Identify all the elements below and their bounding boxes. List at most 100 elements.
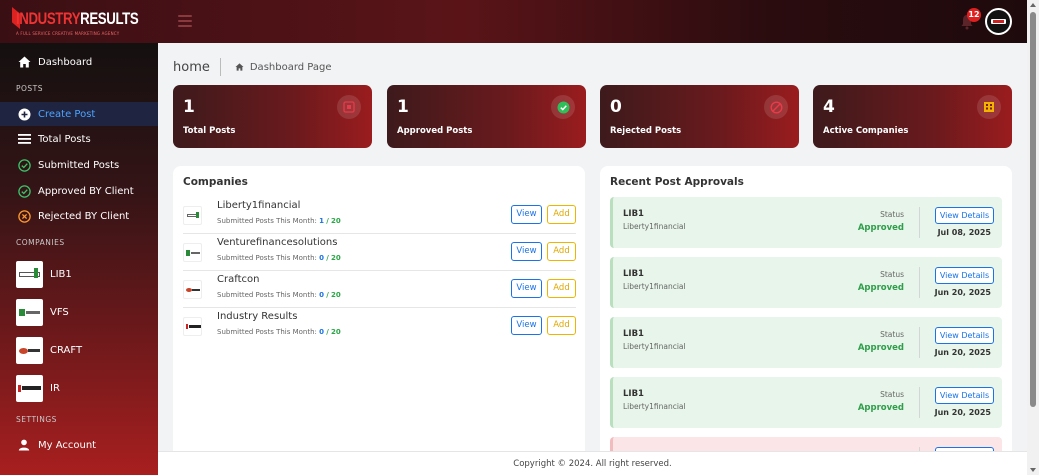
sidebar-item-my-account[interactable]: My Account [0, 433, 158, 457]
view-button[interactable]: View [511, 205, 542, 224]
stat-value: 4 [823, 97, 835, 117]
approval-status-label: Status [880, 270, 904, 279]
add-button[interactable]: Add [547, 316, 576, 335]
ban-icon [764, 95, 788, 119]
company-name: Venturefinancesolutions [217, 237, 338, 248]
craftcon-logo-icon [183, 280, 202, 299]
sidebar-item-label: My Account [38, 439, 97, 451]
sidebar-company-ir[interactable]: IR [16, 374, 60, 402]
approval-divider [919, 387, 920, 418]
liberty-logo-icon [16, 260, 43, 288]
recent-approvals-panel: Recent Post Approvals LIB1 Liberty1finan… [600, 166, 1012, 466]
company-name: Liberty1financial [217, 200, 301, 211]
industry-results-logo-icon [183, 317, 202, 336]
company-post-count: Submitted Posts This Month: 0 / 20 [217, 328, 341, 336]
company-post-count: Submitted Posts This Month: 0 / 20 [217, 291, 341, 299]
stat-label: Rejected Posts [610, 126, 682, 136]
page-scrollbar[interactable] [1027, 0, 1039, 475]
approval-date: Jun 20, 2025 [934, 408, 991, 417]
view-details-button[interactable]: View Details [935, 267, 994, 284]
brand-logo[interactable]: INDUSTRYRESULTS A FULL SERVICE CREATIVE … [12, 7, 152, 37]
approval-item: LIB1 Liberty1financial Status Approved V… [610, 317, 1002, 368]
approval-company-code: LIB1 [623, 209, 644, 219]
stat-card-active-companies: 4 Active Companies [813, 85, 1012, 148]
sidebar-item-rejected-by-client[interactable]: Rejected BY Client [0, 204, 158, 228]
sidebar-item-label: Create Post [38, 108, 96, 120]
sidebar-item-submitted-posts[interactable]: Submitted Posts [0, 153, 158, 177]
approval-company-name: Liberty1financial [623, 402, 686, 411]
sidebar-company-vfs[interactable]: VFS [16, 298, 69, 326]
home-icon [17, 55, 31, 69]
sidebar-company-lib1[interactable]: LIB1 [16, 260, 72, 288]
breadcrumb: home Dashboard Page [173, 57, 332, 77]
scroll-down-arrow-icon[interactable] [1030, 468, 1036, 472]
sidebar-item-approved-by-client[interactable]: Approved BY Client [0, 179, 158, 203]
view-button[interactable]: View [511, 316, 542, 335]
view-button[interactable]: View [511, 242, 542, 261]
approval-status-value: Approved [857, 283, 904, 293]
approval-status-label: Status [880, 330, 904, 339]
view-details-button[interactable]: View Details [935, 387, 994, 404]
scroll-up-arrow-icon[interactable] [1030, 3, 1036, 7]
view-details-button[interactable]: View Details [935, 207, 994, 224]
company-post-count: Submitted Posts This Month: 0 / 20 [217, 254, 341, 262]
stat-label: Total Posts [183, 126, 236, 136]
sidebar-item-label: Rejected BY Client [38, 210, 130, 222]
sidebar-item-total-posts[interactable]: Total Posts [0, 127, 158, 151]
check-badge-icon [551, 95, 575, 119]
approval-status-label: Status [880, 210, 904, 219]
approval-divider [919, 267, 920, 298]
stat-card-rejected-posts: 0 Rejected Posts [600, 85, 799, 148]
add-button[interactable]: Add [547, 205, 576, 224]
approval-status-label: Status [880, 390, 904, 399]
sidebar-company-label: CRAFT [50, 344, 83, 356]
view-button[interactable]: View [511, 279, 542, 298]
stat-value: 0 [610, 97, 622, 117]
add-button[interactable]: Add [547, 279, 576, 298]
top-bar: INDUSTRYRESULTS A FULL SERVICE CREATIVE … [0, 0, 1027, 43]
companies-panel: Companies Liberty1financial Submitted Po… [173, 166, 585, 466]
add-button[interactable]: Add [547, 242, 576, 261]
post-icon [337, 95, 361, 119]
sidebar-item-label: Dashboard [38, 56, 93, 68]
sidebar-company-craft[interactable]: CRAFT [16, 336, 82, 364]
company-row: Venturefinancesolutions Submitted Posts … [183, 234, 576, 271]
notification-badge: 12 [967, 8, 981, 22]
approval-company-name: Liberty1financial [623, 342, 686, 351]
scroll-thumb[interactable] [1030, 12, 1036, 407]
liberty-logo-icon [183, 206, 202, 225]
sidebar-item-create-post[interactable]: Create Post [0, 102, 158, 126]
logo-wordmark: INDUSTRYRESULTS [16, 9, 139, 28]
posts-section-label: POSTS [16, 84, 44, 93]
plus-circle-icon [17, 107, 31, 121]
sidebar-company-label: VFS [50, 306, 69, 318]
approval-company-code: LIB1 [623, 269, 644, 279]
sidebar-item-dashboard[interactable]: Dashboard [0, 50, 158, 74]
hamburger-menu-icon[interactable] [178, 15, 192, 27]
view-details-button[interactable]: View Details [935, 327, 994, 344]
page-footer: Copyright © 2024. All right reserved. [158, 451, 1027, 475]
company-row: Craftcon Submitted Posts This Month: 0 /… [183, 271, 576, 308]
breadcrumb-divider [219, 58, 221, 76]
stat-card-approved-posts: 1 Approved Posts [387, 85, 586, 148]
approval-company-code: LIB1 [623, 329, 644, 339]
approval-item: LIB1 Liberty1financial Status Approved V… [610, 197, 1002, 248]
user-avatar[interactable] [985, 8, 1012, 35]
check-circle-icon [17, 158, 31, 172]
venture-logo-icon [16, 298, 43, 326]
breadcrumb-home[interactable]: home [173, 60, 210, 75]
industry-results-logo-icon [16, 374, 43, 402]
approval-status-value: Approved [857, 403, 904, 413]
approval-company-name: Liberty1financial [623, 282, 686, 291]
craftcon-logo-icon [16, 336, 43, 364]
breadcrumb-page-label: Dashboard Page [249, 61, 332, 73]
company-row: Liberty1financial Submitted Posts This M… [183, 197, 576, 234]
company-name: Industry Results [217, 311, 298, 322]
sidebar-item-label: Approved BY Client [38, 185, 134, 197]
companies-section-label: COMPANIES [16, 238, 65, 247]
stat-label: Active Companies [823, 126, 909, 136]
approval-company-code: LIB1 [623, 389, 644, 399]
stat-value: 1 [183, 97, 195, 117]
stat-label: Approved Posts [397, 126, 473, 136]
approval-status-value: Approved [857, 343, 904, 353]
